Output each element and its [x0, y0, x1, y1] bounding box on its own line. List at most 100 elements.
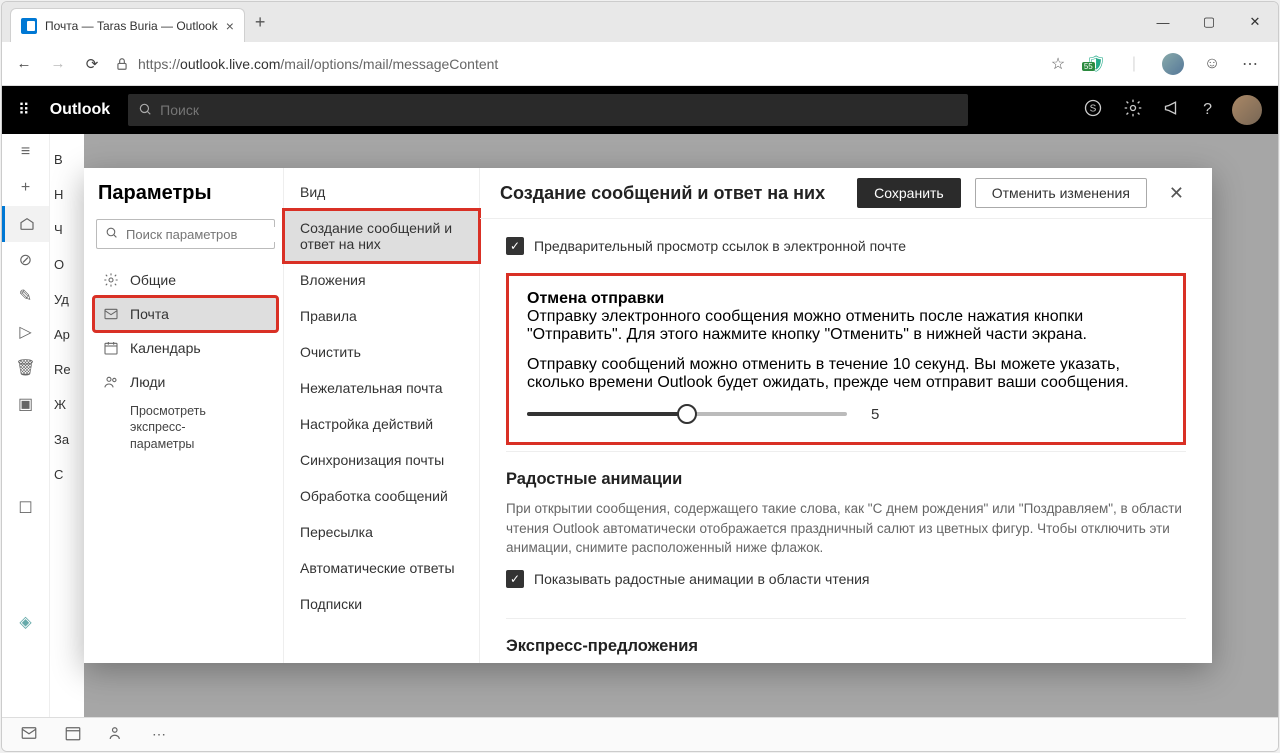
calendar-module-icon[interactable] — [64, 724, 82, 745]
folder-label: Re — [50, 352, 84, 387]
rail-inbox-icon[interactable] — [2, 206, 49, 242]
outlook-search[interactable] — [128, 94, 968, 126]
skype-icon[interactable]: S — [1083, 98, 1103, 123]
settings-search[interactable] — [96, 219, 275, 249]
favorite-icon[interactable]: ☆ — [1048, 54, 1068, 74]
sub-auto-reply[interactable]: Автоматические ответы — [284, 550, 479, 586]
slider-thumb[interactable] — [677, 404, 697, 424]
nav-general[interactable]: Общие — [94, 263, 277, 297]
sub-sweep[interactable]: Очистить — [284, 334, 479, 370]
rail-archive-icon[interactable]: ▣ — [2, 386, 49, 422]
rail-menu-icon[interactable]: ≡ — [2, 134, 49, 170]
content-header: Создание сообщений и ответ на них Сохран… — [480, 168, 1212, 219]
joy-description: При открытии сообщения, содержащего таки… — [506, 499, 1186, 558]
browser-window: Почта — Taras Buria — Outlook × + — ▢ ✕ … — [1, 1, 1279, 752]
mail-icon — [102, 305, 120, 323]
sub-view[interactable]: Вид — [284, 174, 479, 210]
undo-send-section: Отмена отправки Отправку электронного со… — [506, 273, 1186, 445]
url-text: https://outlook.live.com/mail/options/ma… — [138, 56, 498, 72]
sub-attachments[interactable]: Вложения — [284, 262, 479, 298]
url-box[interactable]: https://outlook.live.com/mail/options/ma… — [114, 56, 1038, 72]
folder-label: Ар — [50, 317, 84, 352]
help-icon[interactable]: ? — [1203, 101, 1212, 119]
undo-delay-slider[interactable] — [527, 404, 847, 424]
user-avatar[interactable] — [1232, 95, 1262, 125]
window-controls: — ▢ ✕ — [1140, 5, 1278, 39]
more-module-icon[interactable]: ⋯ — [152, 726, 166, 743]
settings-sub-nav: Вид Создание сообщений и ответ на них Вл… — [284, 168, 480, 663]
sub-junk[interactable]: Нежелательная почта — [284, 370, 479, 406]
back-button[interactable]: ← — [12, 55, 36, 72]
settings-primary-nav: Параметры Общие Почта Календарь — [84, 168, 284, 663]
profile-avatar[interactable] — [1162, 53, 1184, 75]
sub-forward[interactable]: Пересылка — [284, 514, 479, 550]
search-icon — [105, 226, 118, 242]
settings-search-input[interactable] — [126, 227, 302, 242]
settings-title: Параметры — [94, 182, 277, 219]
app-body: ≡ + ⊘ ✎ ▷ 🗑 ▣ ☐ ◈ В Н Ч О Уд Ар Re Ж За … — [2, 134, 1278, 717]
browser-tab[interactable]: Почта — Taras Buria — Outlook × — [10, 8, 245, 42]
tab-close-icon[interactable]: × — [226, 18, 234, 34]
nav-people[interactable]: Люди — [94, 365, 277, 399]
maximize-button[interactable]: ▢ — [1186, 5, 1232, 39]
folder-label: Ч — [50, 212, 84, 247]
link-preview-row: ✓ Предварительный просмотр ссылок в элек… — [506, 231, 1186, 273]
rail-premium-icon[interactable]: ◈ — [2, 604, 49, 640]
slider-value: 5 — [871, 406, 879, 423]
rail-trash-icon[interactable]: 🗑 — [2, 350, 49, 386]
people-icon — [102, 373, 120, 391]
sub-subscriptions[interactable]: Подписки — [284, 586, 479, 622]
settings-gear-icon[interactable] — [1123, 98, 1143, 123]
joyful-animations-section: Радостные анимации При открытии сообщени… — [506, 451, 1186, 618]
sub-compose[interactable]: Создание сообщений и ответ на них — [284, 210, 479, 262]
nav-express-settings[interactable]: Просмотреть экспресс- параметры — [94, 399, 277, 452]
sub-sync[interactable]: Синхронизация почты — [284, 442, 479, 478]
content-body: ✓ Предварительный просмотр ссылок в элек… — [480, 219, 1212, 663]
gear-icon — [102, 271, 120, 289]
nav-mail[interactable]: Почта — [94, 297, 277, 331]
folder-label: За — [50, 422, 84, 457]
refresh-button[interactable]: ⟳ — [80, 55, 104, 73]
close-modal-icon[interactable]: ✕ — [1161, 179, 1192, 208]
search-input[interactable] — [160, 102, 958, 118]
rail-sent-icon[interactable]: ▷ — [2, 314, 49, 350]
nav-label: Календарь — [130, 340, 201, 356]
close-window-button[interactable]: ✕ — [1232, 5, 1278, 39]
save-button[interactable]: Сохранить — [857, 178, 961, 208]
mail-module-icon[interactable] — [20, 724, 38, 745]
settings-content: Создание сообщений и ответ на них Сохран… — [480, 168, 1212, 663]
extension-icon[interactable]: 🛡55 — [1086, 54, 1106, 74]
nav-label: Почта — [130, 306, 169, 322]
rail-plus-icon[interactable]: + — [2, 170, 49, 206]
outlook-favicon — [21, 18, 37, 34]
forward-button[interactable]: → — [46, 55, 70, 72]
joy-title: Радостные анимации — [506, 470, 1186, 499]
people-module-icon[interactable] — [108, 724, 126, 745]
rail-junk-icon[interactable]: ⊘ — [2, 242, 49, 278]
joy-checkbox-row: ✓ Показывать радостные анимации в област… — [506, 558, 1186, 606]
feedback-icon[interactable]: ☺ — [1202, 54, 1222, 74]
new-tab-button[interactable]: + — [245, 12, 276, 33]
sub-actions[interactable]: Настройка действий — [284, 406, 479, 442]
tab-title: Почта — Taras Buria — Outlook — [45, 19, 218, 33]
minimize-button[interactable]: — — [1140, 5, 1186, 39]
cancel-button[interactable]: Отменить изменения — [975, 178, 1147, 208]
rail-drafts-icon[interactable]: ✎ — [2, 278, 49, 314]
megaphone-icon[interactable] — [1163, 98, 1183, 123]
sub-rules[interactable]: Правила — [284, 298, 479, 334]
undo-title: Отмена отправки — [527, 290, 1165, 308]
search-icon — [138, 102, 152, 119]
svg-text:S: S — [1090, 103, 1097, 114]
left-rail: ≡ + ⊘ ✎ ▷ 🗑 ▣ ☐ ◈ — [2, 134, 50, 717]
divider: | — [1124, 54, 1144, 74]
nav-calendar[interactable]: Календарь — [94, 331, 277, 365]
joy-checkbox-label: Показывать радостные анимации в области … — [534, 571, 870, 587]
undo-strong-text: Отправку сообщений можно отменить в тече… — [527, 356, 1165, 392]
more-menu-icon[interactable]: ⋯ — [1240, 54, 1260, 74]
folder-label: О — [50, 247, 84, 282]
rail-notes-icon[interactable]: ☐ — [2, 490, 49, 526]
checkbox-joyful-animations[interactable]: ✓ — [506, 570, 524, 588]
sub-handling[interactable]: Обработка сообщений — [284, 478, 479, 514]
checkbox-link-preview[interactable]: ✓ — [506, 237, 524, 255]
app-launcher-icon[interactable]: ⠿ — [18, 100, 32, 120]
